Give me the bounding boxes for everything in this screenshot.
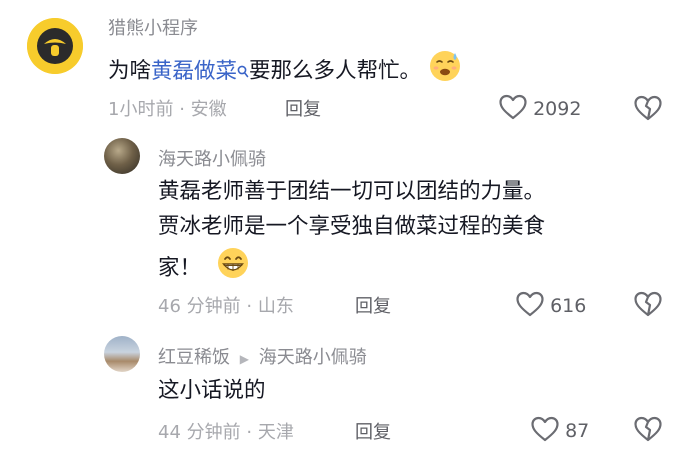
like-button[interactable]: 616 [515, 290, 586, 322]
broken-heart-icon [633, 95, 663, 126]
comment-location: 安徽 [190, 99, 227, 120]
reply-text: 这小话说的 [158, 378, 266, 403]
broken-heart-icon [633, 416, 663, 447]
reply-time: 46 分钟前 [158, 296, 241, 317]
reply-to-username[interactable]: 海天路小佩骑 [259, 347, 367, 368]
like-count: 2092 [533, 98, 582, 120]
reply-meta: 46 分钟前 · 山东 [158, 292, 294, 318]
like-count: 616 [550, 295, 587, 317]
comment-text-prefix: 为啥 [108, 58, 152, 84]
comment-meta: 1小时前 · 安徽 [108, 95, 227, 121]
reply-button[interactable]: 回复 [285, 95, 321, 121]
dislike-button[interactable] [633, 290, 663, 322]
comment-text: 为啥黄磊做菜 要那么多人帮忙。 [108, 49, 462, 94]
like-count: 87 [565, 420, 590, 442]
avatar[interactable] [27, 18, 83, 74]
search-link[interactable]: 黄磊做菜 [151, 59, 249, 84]
reply-text-line: 贾冰老师是一个享受独自做菜过程的美食 [158, 214, 546, 239]
like-button[interactable]: 87 [530, 415, 589, 447]
like-button[interactable]: 2092 [498, 93, 581, 125]
reply-location: 天津 [257, 422, 294, 443]
comment-username[interactable]: 猎熊小程序 [108, 14, 198, 40]
reply-header: 红豆稀饭 ▶ 海天路小佩骑 [158, 343, 367, 369]
comment-text-suffix: 要那么多人帮忙。 [249, 58, 422, 84]
comment-time: 1小时前 [108, 99, 174, 120]
reply-location: 山东 [257, 296, 294, 317]
meta-separator: · [246, 422, 253, 443]
broken-heart-icon [633, 291, 663, 322]
avatar[interactable] [104, 138, 140, 174]
dislike-button[interactable] [633, 94, 663, 126]
reply-username[interactable]: 红豆稀饭 [158, 347, 230, 368]
meta-separator: · [246, 296, 253, 317]
reply-text-line: 家！ [158, 246, 250, 291]
avatar[interactable] [104, 336, 140, 372]
heart-icon [530, 415, 560, 447]
reply-button[interactable]: 回复 [355, 292, 391, 318]
reply-meta: 44 分钟前 · 天津 [158, 418, 294, 444]
reply-username[interactable]: 海天路小佩骑 [158, 145, 266, 171]
reply-button[interactable]: 回复 [355, 418, 391, 444]
reply-text-line: 黄磊老师善于团结一切可以团结的力量。 [158, 179, 546, 204]
search-icon [237, 55, 249, 89]
dislike-button[interactable] [633, 415, 663, 447]
reply-time: 44 分钟前 [158, 422, 241, 443]
search-link-label: 黄磊做菜 [151, 58, 238, 84]
meta-separator: · [179, 99, 185, 120]
heart-icon [515, 290, 545, 322]
reply-arrow-icon: ▶ [239, 352, 249, 366]
heart-icon [498, 93, 528, 125]
grin-emoji [216, 246, 250, 291]
sweat-smile-emoji [428, 49, 462, 94]
reply-text-end: 家！ [158, 255, 202, 281]
